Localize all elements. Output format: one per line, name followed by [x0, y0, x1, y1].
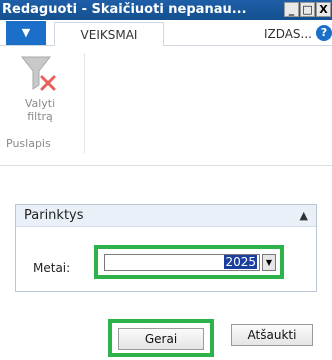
chevron-up-icon[interactable]: ▲	[300, 205, 308, 227]
maximize-button[interactable]: □	[300, 2, 315, 17]
minimize-button[interactable]: _	[284, 2, 299, 17]
ribbon-tabbar: ▼ VEIKSMAI IZDAS... ?	[0, 20, 332, 46]
options-panel-title: Parinktys	[24, 208, 84, 223]
ribbon: Valyti filtrą Puslapis	[0, 47, 332, 165]
year-label: Metai:	[33, 261, 71, 275]
close-button[interactable]: X	[316, 2, 331, 17]
year-value: 2025	[224, 255, 257, 269]
window-titlebar: Redaguoti - Skaičiuoti nepanau... _ □ X	[0, 0, 332, 20]
chevron-down-icon: ▼	[265, 258, 273, 267]
window-title: Redaguoti - Skaičiuoti nepanau...	[2, 2, 247, 17]
ok-button-highlight: Gerai	[108, 319, 214, 357]
year-dropdown-button[interactable]: ▼	[262, 254, 276, 271]
ok-button[interactable]: Gerai	[118, 328, 204, 350]
tab-veiksmai[interactable]: VEIKSMAI	[54, 22, 164, 46]
app-menu-button[interactable]: ▼	[6, 21, 46, 45]
ribbon-divider	[0, 165, 332, 166]
ribbon-group-label: Puslapis	[6, 137, 51, 150]
clear-filter-button[interactable]: Valyti filtrą	[14, 51, 74, 137]
window-controls: _ □ X	[284, 2, 331, 17]
year-input[interactable]: 2025	[104, 254, 260, 271]
clear-filter-icon	[20, 56, 56, 91]
clear-filter-label: Valyti filtrą	[24, 97, 56, 123]
chevron-down-icon: ▼	[21, 26, 31, 39]
tab-izdas[interactable]: IZDAS...	[252, 22, 312, 46]
ribbon-group-divider	[84, 53, 85, 153]
help-icon[interactable]: ?	[316, 25, 332, 41]
options-panel: Parinktys ▲ Metai: 2025 ▼	[15, 204, 317, 292]
cancel-button[interactable]: Atšaukti	[231, 324, 313, 346]
year-field-highlight: 2025 ▼	[94, 245, 284, 279]
options-panel-header[interactable]: Parinktys ▲	[16, 205, 316, 227]
